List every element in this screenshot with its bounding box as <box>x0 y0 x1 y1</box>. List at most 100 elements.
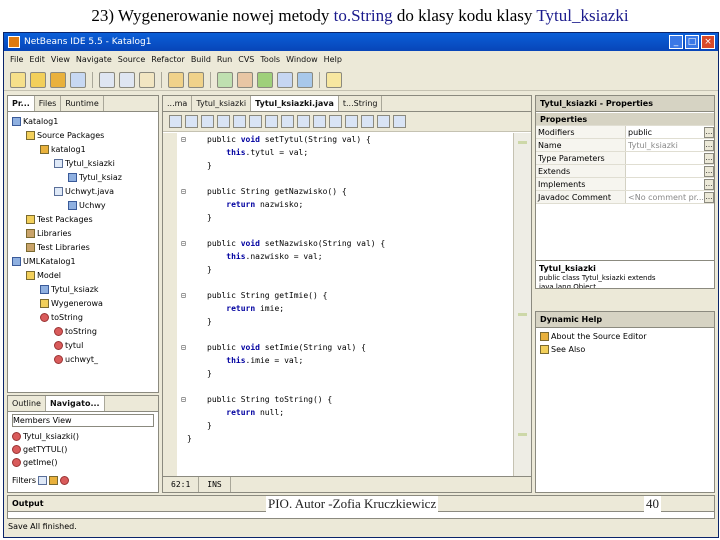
build-icon[interactable] <box>217 71 233 88</box>
minimize-button[interactable]: _ <box>669 35 683 49</box>
property-editor-button[interactable]: … <box>704 127 714 138</box>
tab-files[interactable]: Files <box>35 96 62 111</box>
run-icon[interactable] <box>257 71 273 88</box>
help-item[interactable]: About the Source Editor <box>540 330 647 343</box>
menu-edit[interactable]: Edit <box>29 52 45 68</box>
editor-tab[interactable]: ...ma <box>163 96 193 111</box>
menu-view[interactable]: View <box>51 52 70 68</box>
filter-static-icon[interactable] <box>48 476 58 485</box>
tree-item[interactable]: Libraries <box>26 227 72 240</box>
menu-source[interactable]: Source <box>118 52 145 68</box>
help-item[interactable]: See Also <box>540 343 585 356</box>
fold-icon[interactable]: ⊟ <box>181 395 186 404</box>
fold-icon[interactable]: ⊟ <box>181 343 186 352</box>
menu-refactor[interactable]: Refactor <box>151 52 185 68</box>
error-stripe-mark[interactable] <box>518 141 527 144</box>
open-project-icon[interactable] <box>50 71 66 88</box>
members-view-select[interactable]: Members View <box>12 414 154 427</box>
property-row[interactable]: Type Parameters… <box>536 152 714 165</box>
menu-run[interactable]: Run <box>217 52 232 68</box>
tab-runtime[interactable]: Runtime <box>61 96 104 111</box>
stop-macro-icon[interactable] <box>393 115 406 128</box>
find-next-icon[interactable] <box>233 115 246 128</box>
tree-item[interactable]: Tytul_ksiazki <box>54 157 115 170</box>
maximize-button[interactable]: □ <box>685 35 699 49</box>
properties-section[interactable]: Properties <box>536 113 714 126</box>
cut-icon[interactable] <box>99 71 115 88</box>
undo-icon[interactable] <box>168 71 184 88</box>
toggle-highlight-icon[interactable] <box>249 115 262 128</box>
next-bookmark-icon[interactable] <box>281 115 294 128</box>
clean-build-icon[interactable] <box>237 71 253 88</box>
forward-icon[interactable] <box>185 115 198 128</box>
editor-tab[interactable]: Tytul_ksiazki <box>192 96 252 111</box>
find-previous-icon[interactable] <box>217 115 230 128</box>
code-area[interactable]: ⊟ ⊟ ⊟ ⊟ ⊟ ⊟ public void setTytul(String … <box>163 133 513 476</box>
start-macro-icon[interactable] <box>377 115 390 128</box>
menu-navigate[interactable]: Navigate <box>76 52 112 68</box>
save-all-icon[interactable] <box>70 71 86 88</box>
tree-item[interactable]: Tytul_ksiaz <box>68 171 122 184</box>
tab-outline[interactable]: Outline <box>8 396 46 411</box>
property-editor-button[interactable]: … <box>704 140 714 151</box>
property-editor-button[interactable]: … <box>704 192 714 203</box>
back-icon[interactable] <box>169 115 182 128</box>
tree-item[interactable]: Uchwy <box>68 199 106 212</box>
tree-item[interactable]: Katalog1 <box>12 115 58 128</box>
comment-icon[interactable] <box>345 115 358 128</box>
help-icon[interactable] <box>326 71 342 88</box>
shift-left-icon[interactable] <box>313 115 326 128</box>
tree-item[interactable]: UMLKatalog1 <box>12 255 76 268</box>
paste-icon[interactable] <box>139 71 155 88</box>
error-stripe-mark[interactable] <box>518 313 527 316</box>
new-file-icon[interactable] <box>10 71 26 88</box>
editor-scrollbar[interactable] <box>513 133 531 476</box>
previous-bookmark-icon[interactable] <box>265 115 278 128</box>
fold-icon[interactable]: ⊟ <box>181 135 186 144</box>
filter-fields-icon[interactable] <box>37 476 47 485</box>
tree-item[interactable]: Tytul_ksiazk <box>40 283 99 296</box>
member-item[interactable]: getIme() <box>12 456 57 469</box>
debug-icon[interactable] <box>277 71 293 88</box>
property-editor-button[interactable]: … <box>704 166 714 177</box>
tree-item[interactable]: Source Packages <box>26 129 104 142</box>
tree-item[interactable]: toString <box>54 325 97 338</box>
fold-icon[interactable]: ⊟ <box>181 239 186 248</box>
redo-icon[interactable] <box>188 71 204 88</box>
fold-icon[interactable]: ⊟ <box>181 291 186 300</box>
editor-tab[interactable]: t...String <box>339 96 383 111</box>
menu-window[interactable]: Window <box>286 52 318 68</box>
filter-nonpublic-icon[interactable] <box>59 476 69 485</box>
uncomment-icon[interactable] <box>361 115 374 128</box>
window-titlebar[interactable]: NetBeans IDE 5.5 - Katalog1 _ □ × <box>4 33 718 51</box>
tab-navigator[interactable]: Navigato... <box>45 396 105 411</box>
menu-help[interactable]: Help <box>324 52 342 68</box>
property-row[interactable]: Implements… <box>536 178 714 191</box>
tree-item[interactable]: uchwyt_ <box>54 353 98 366</box>
find-icon[interactable] <box>201 115 214 128</box>
menu-build[interactable]: Build <box>191 52 211 68</box>
tree-item[interactable]: Uchwyt.java <box>54 185 114 198</box>
close-button[interactable]: × <box>701 35 715 49</box>
shift-right-icon[interactable] <box>329 115 342 128</box>
tree-item[interactable]: Wygenerowa <box>40 297 103 310</box>
member-item[interactable]: Tytul_ksiazki() <box>12 430 79 443</box>
menu-tools[interactable]: Tools <box>260 52 280 68</box>
toggle-bookmark-icon[interactable] <box>297 115 310 128</box>
tree-item[interactable]: katalog1 <box>40 143 86 156</box>
member-item[interactable]: getTYTUL() <box>12 443 67 456</box>
editor-tab[interactable]: Tytul_ksiazki.java <box>251 96 339 111</box>
menu-cvs[interactable]: CVS <box>238 52 254 68</box>
copy-icon[interactable] <box>119 71 135 88</box>
property-editor-button[interactable]: … <box>704 179 714 190</box>
tree-item[interactable]: toString <box>40 311 83 324</box>
property-row[interactable]: Javadoc Comment <No comment pr...… <box>536 191 714 204</box>
tree-item[interactable]: tytul <box>54 339 83 352</box>
property-row[interactable]: Modifiers public… <box>536 126 714 139</box>
new-project-icon[interactable] <box>30 71 46 88</box>
tree-item[interactable]: Test Libraries <box>26 241 90 254</box>
property-editor-button[interactable]: … <box>704 153 714 164</box>
tab-projects[interactable]: Pr... <box>8 96 35 111</box>
property-row[interactable]: Name Tytul_ksiazki… <box>536 139 714 152</box>
tree-item[interactable]: Model <box>26 269 61 282</box>
